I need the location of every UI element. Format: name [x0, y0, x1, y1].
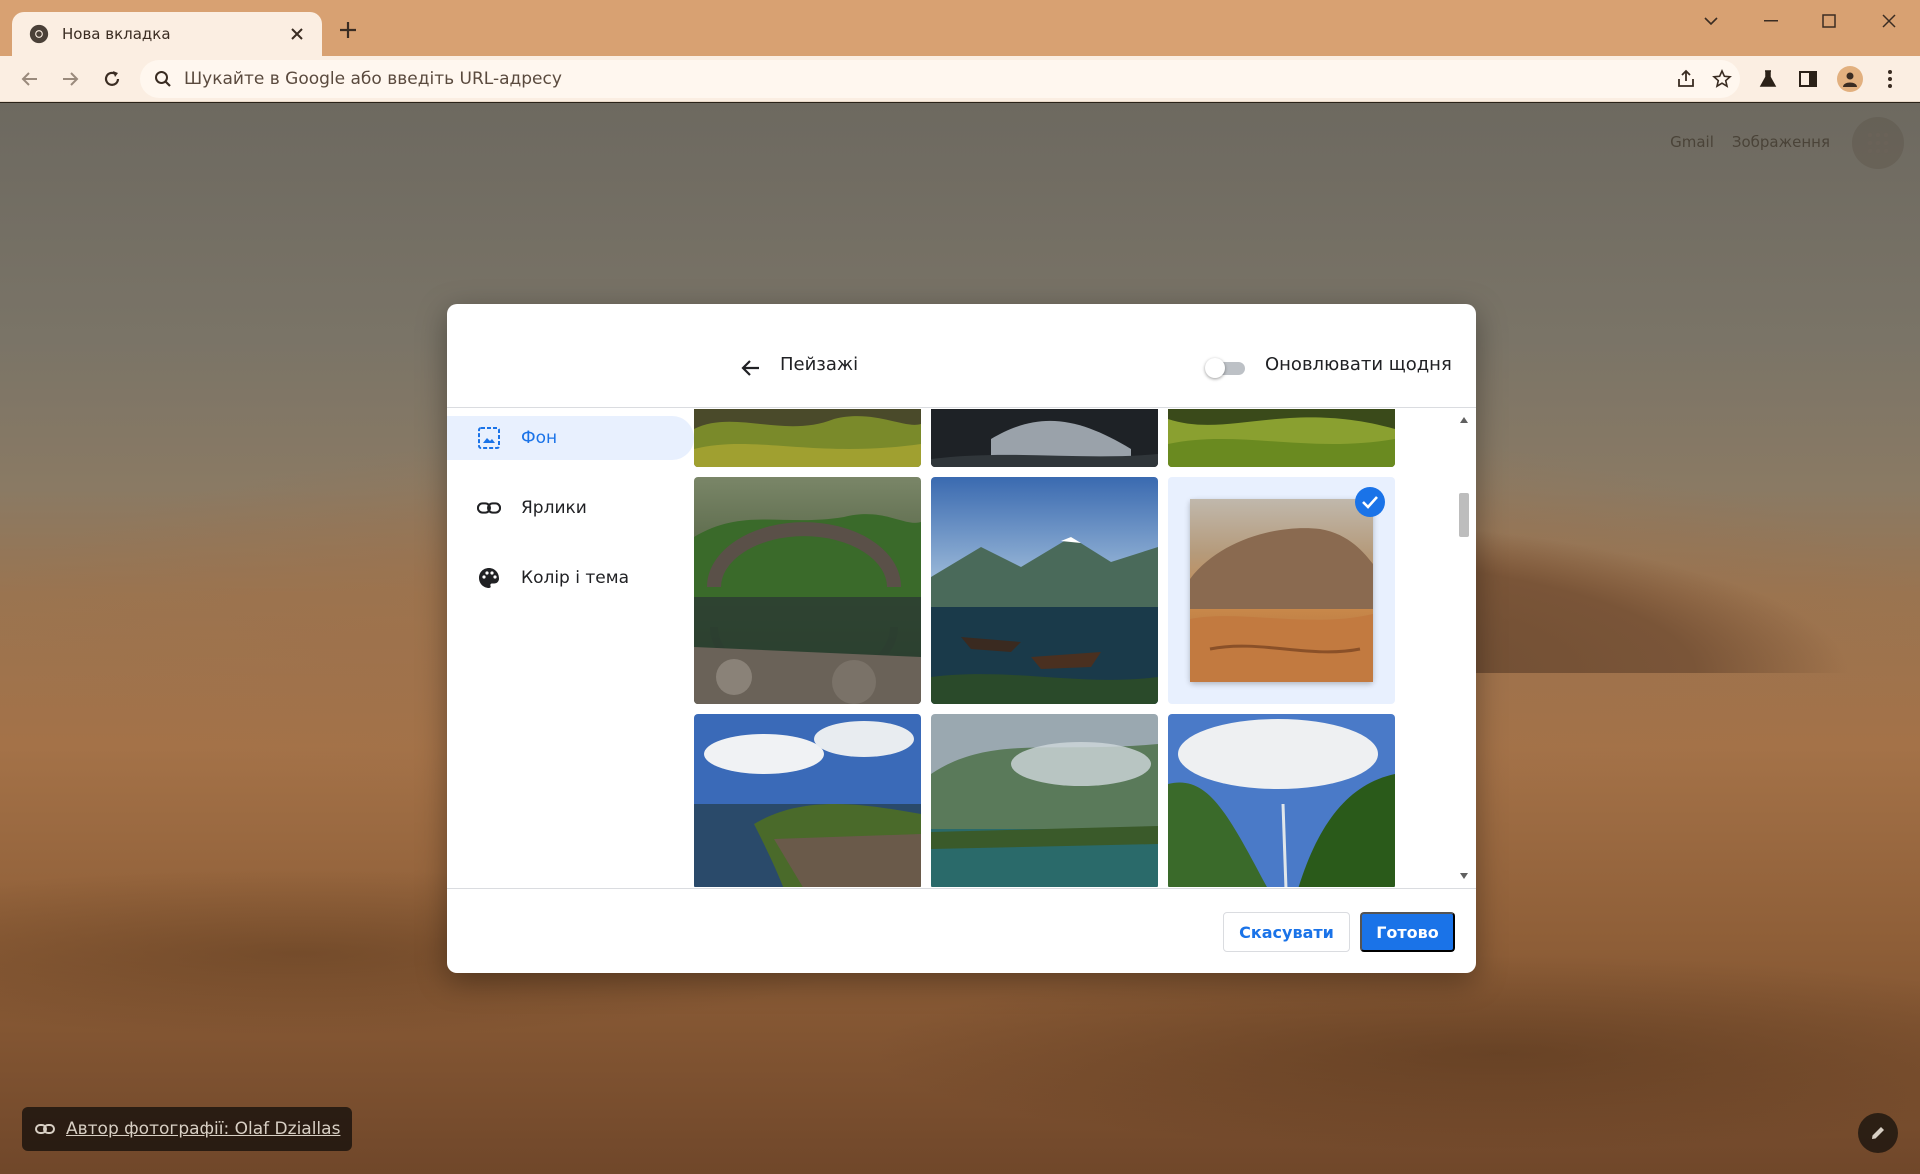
dialog-title: Пейзажі — [780, 354, 859, 375]
reload-button[interactable] — [96, 63, 128, 95]
sidebar-item-label: Колір і тема — [521, 568, 629, 588]
chrome-icon — [29, 24, 49, 44]
sidebar-item-label: Ярлики — [521, 498, 587, 518]
background-tile[interactable] — [694, 409, 921, 467]
arrow-right-icon — [63, 72, 79, 86]
dialog-sidebar: Фон Ярлики Колір і тема — [447, 408, 694, 600]
scroll-thumb[interactable] — [1459, 493, 1469, 537]
done-button[interactable]: Готово — [1360, 912, 1455, 952]
background-tile[interactable] — [931, 477, 1158, 704]
grid-scrollbar[interactable] — [1455, 409, 1473, 887]
tab-strip: Нова вкладка — [0, 0, 1920, 56]
customize-button[interactable] — [1858, 1113, 1898, 1153]
labs-flask-icon[interactable] — [1752, 63, 1784, 95]
dialog-footer: Скасувати Готово — [447, 888, 1476, 973]
avatar-icon — [1837, 66, 1863, 92]
background-tile[interactable] — [694, 714, 921, 887]
google-apps-button[interactable] — [1852, 117, 1904, 169]
link-icon — [35, 1124, 55, 1134]
backgrounds-grid — [694, 409, 1454, 887]
scroll-down-icon[interactable] — [1459, 871, 1469, 881]
link-icon — [477, 496, 501, 520]
new-tab-button[interactable] — [334, 18, 362, 46]
back-arrow-icon[interactable] — [739, 356, 763, 380]
gmail-link[interactable]: Gmail — [1670, 133, 1714, 151]
browser-tab[interactable]: Нова вкладка — [12, 12, 322, 56]
minimize-icon[interactable] — [1748, 6, 1794, 36]
photo-attribution[interactable]: Автор фотографії: Olaf Dziallas — [22, 1107, 353, 1151]
refresh-daily-label: Оновлювати щодня — [1265, 354, 1452, 375]
omnibox[interactable]: Шукайте в Google або введіть URL-адресу — [140, 60, 1740, 98]
background-tile[interactable] — [931, 714, 1158, 887]
background-icon — [477, 426, 501, 450]
cancel-button[interactable]: Скасувати — [1223, 912, 1350, 952]
omnibox-placeholder: Шукайте в Google або введіть URL-адресу — [184, 69, 562, 89]
back-button[interactable] — [14, 63, 46, 95]
images-link[interactable]: Зображення — [1732, 133, 1830, 151]
attribution-text: Автор фотографії: Olaf Dziallas — [66, 1119, 341, 1139]
selected-tile-image — [1190, 499, 1373, 682]
bookmark-star-icon[interactable] — [1704, 61, 1740, 97]
background-tile[interactable] — [931, 409, 1158, 467]
palette-icon — [477, 566, 501, 590]
google-links: Gmail Зображення — [1670, 133, 1830, 151]
profile-avatar[interactable] — [1834, 63, 1866, 95]
sidebar-item-background[interactable]: Фон — [447, 416, 694, 460]
selected-check-icon — [1355, 487, 1385, 517]
dialog-header: Пейзажі Оновлювати щодня — [447, 304, 1476, 408]
menu-kebab-icon[interactable] — [1874, 63, 1906, 95]
pencil-icon — [1872, 1127, 1884, 1139]
tab-close-icon[interactable] — [286, 23, 308, 45]
tab-search-icon[interactable] — [1688, 6, 1734, 36]
sidebar-item-label: Фон — [521, 428, 558, 448]
scroll-up-icon[interactable] — [1459, 415, 1469, 425]
search-icon — [155, 71, 171, 87]
background-tile[interactable] — [1168, 409, 1395, 467]
reload-icon — [104, 71, 120, 86]
tab-title: Нова вкладка — [62, 25, 171, 43]
maximize-icon[interactable] — [1806, 6, 1852, 36]
sidebar-item-color-theme[interactable]: Колір і тема — [447, 556, 694, 600]
background-tile-selected[interactable] — [1168, 477, 1395, 704]
close-window-icon[interactable] — [1866, 6, 1912, 36]
apps-grid-icon — [1867, 132, 1889, 154]
background-tile[interactable] — [694, 477, 921, 704]
customize-dialog: Пейзажі Оновлювати щодня Фон Ярлики Колі… — [447, 304, 1476, 973]
refresh-daily-toggle[interactable] — [1205, 358, 1247, 378]
background-tile[interactable] — [1168, 714, 1395, 887]
toggle-knob — [1205, 358, 1225, 378]
side-panel-icon[interactable] — [1792, 63, 1824, 95]
share-icon[interactable] — [1668, 61, 1704, 97]
sidebar-item-shortcuts[interactable]: Ярлики — [447, 486, 694, 530]
arrow-left-icon — [21, 72, 37, 86]
forward-button[interactable] — [54, 63, 86, 95]
browser-toolbar: Шукайте в Google або введіть URL-адресу — [0, 56, 1920, 102]
